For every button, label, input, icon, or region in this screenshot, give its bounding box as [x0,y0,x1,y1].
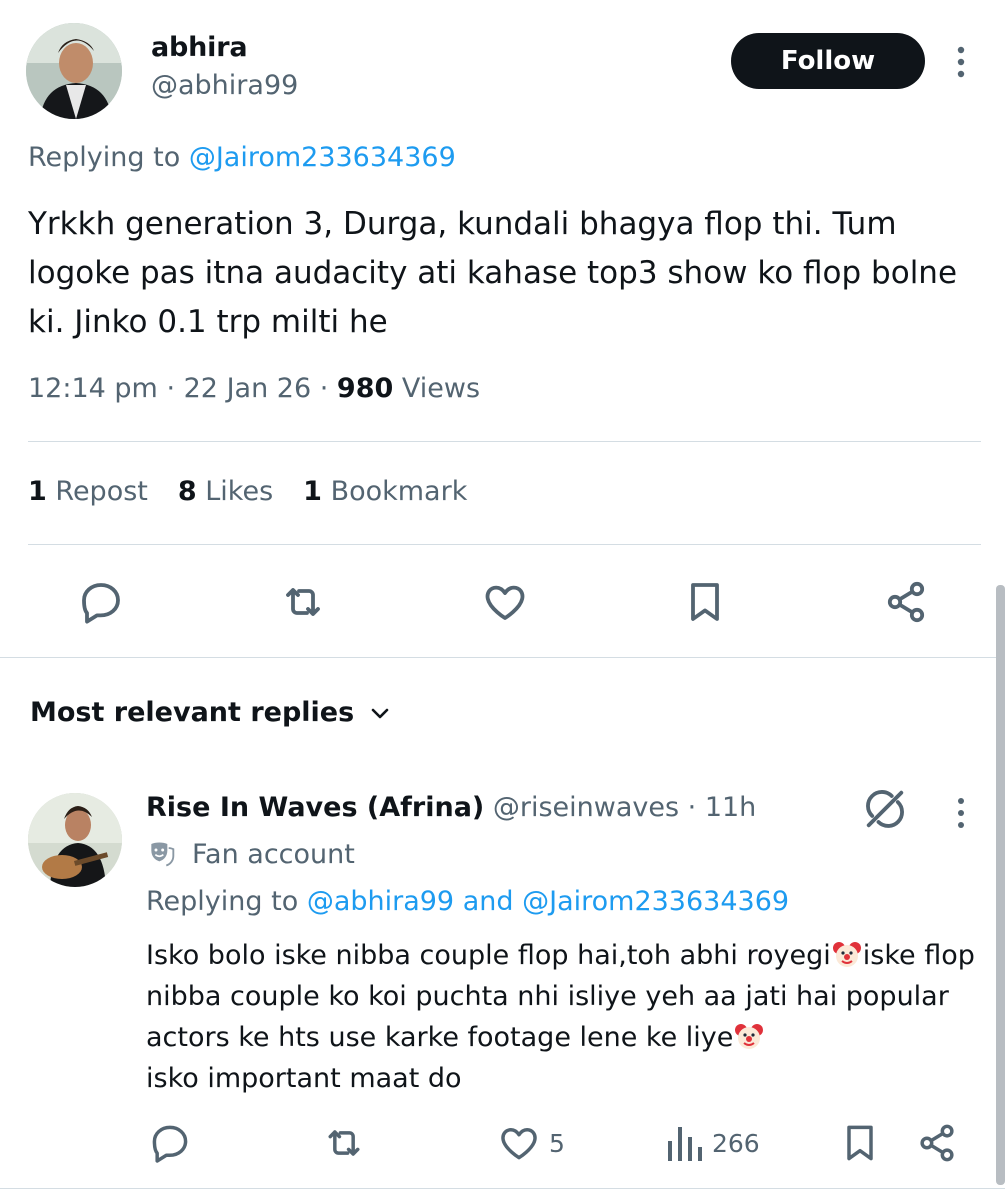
divider [28,441,981,442]
theater-masks-icon [146,838,178,870]
reply-icon [148,1121,192,1165]
replying-to-link[interactable]: @Jairom233634369 [189,142,456,173]
author-avatar[interactable] [26,23,122,119]
share-icon [915,1121,959,1165]
tweet-stats: 1 Repost 8 Likes 1 Bookmark [28,476,467,507]
chevron-down-icon [368,701,392,725]
reply-more-options-icon[interactable] [948,796,974,830]
tweet-time[interactable]: 12:14 pm [28,373,158,404]
reply-icon[interactable] [77,578,125,626]
replying-prefix: Replying to [28,142,181,173]
share-icon[interactable] [882,578,930,626]
fan-account-label: Fan account [192,838,355,870]
grok-icon[interactable] [862,786,908,832]
reply-repost-button[interactable] [322,1120,366,1166]
replying-to-line: Replying to @Jairom233634369 [28,142,456,173]
bottom-divider [0,1188,1005,1189]
reply-author-avatar[interactable] [28,793,122,887]
author-name[interactable]: abhira [151,32,248,63]
scrollbar[interactable] [996,585,1005,1185]
author-handle[interactable]: @abhira99 [151,70,298,101]
tweet-text: Yrkkh generation 3, Durga, kundali bhagy… [28,206,958,340]
replies-sort-dropdown[interactable]: Most relevant replies [30,697,392,728]
like-icon [497,1121,541,1165]
divider [28,544,981,545]
tweet-date[interactable]: 22 Jan 26 [184,373,312,404]
reply-replying-to-line: Replying to @abhira99 and @Jairom2336343… [146,886,790,917]
bookmarks-stat[interactable]: 1 Bookmark [303,476,467,507]
views-label: Views [401,373,481,404]
reply-text: Isko bolo iske nibba couple flop hai,toh… [146,938,975,1094]
follow-button[interactable]: Follow [731,33,925,89]
reply-bookmark-button[interactable] [838,1120,882,1166]
reply-share-button[interactable] [915,1120,959,1166]
likes-stat[interactable]: 8 Likes [178,476,273,507]
tweet-meta: 12:14 pm · 22 Jan 26 · 980 Views [28,373,481,404]
more-options-icon[interactable] [948,44,974,80]
reposts-stat[interactable]: 1 Repost [28,476,148,507]
replying-to-link-2[interactable]: @Jairom233634369 [522,886,789,917]
clown-face-icon [733,1020,765,1052]
reply-views-count: 266 [712,1128,760,1158]
reply-reply-button[interactable] [148,1120,192,1166]
bookmark-icon [838,1121,882,1165]
section-divider [0,657,1005,658]
replies-sort-label: Most relevant replies [30,697,355,728]
reply-author-line: Rise In Waves (Afrina) @riseinwaves · 11… [146,792,757,823]
repost-icon [322,1121,366,1165]
bookmark-icon[interactable] [681,578,729,626]
views-chart-icon [664,1121,704,1165]
reply-author-handle[interactable]: @riseinwaves [493,792,679,823]
repost-icon[interactable] [279,578,327,626]
fan-account-badge: Fan account [146,838,355,870]
reply-time[interactable]: 11h [705,792,756,823]
reply-author-name[interactable]: Rise In Waves (Afrina) [146,792,484,823]
views-count: 980 [336,373,394,404]
reply-like-button[interactable]: 5 [497,1120,565,1166]
reply-views-button[interactable]: 266 [664,1120,760,1166]
reply-likes-count: 5 [549,1128,565,1158]
replying-to-link-1[interactable]: @abhira99 [307,886,454,917]
clown-face-icon [831,938,863,970]
like-icon[interactable] [481,578,529,626]
